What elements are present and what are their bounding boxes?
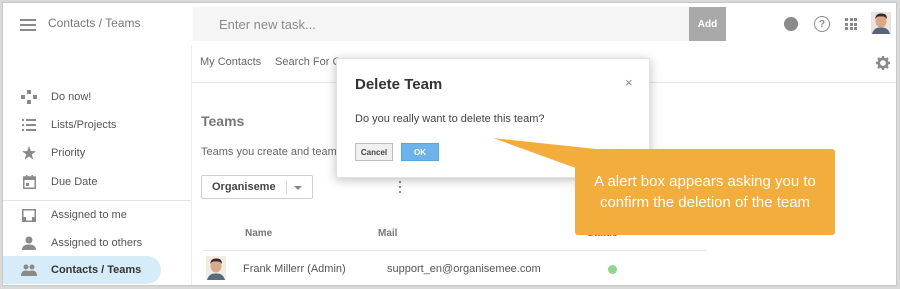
sidebar-item-due-date[interactable]: Due Date: [3, 168, 161, 196]
member-avatar: [206, 256, 226, 280]
sidebar-item-assigned-to-others[interactable]: Assigned to others: [3, 229, 161, 257]
dropdown-separator: [286, 181, 287, 194]
chevron-down-icon: [294, 186, 302, 190]
teams-description: Teams you create and teams y: [201, 146, 351, 158]
inbox-icon: [21, 207, 37, 223]
gear-icon[interactable]: [876, 56, 890, 70]
page-title: Teams: [201, 113, 245, 129]
close-icon[interactable]: ×: [625, 75, 633, 90]
star-icon: [21, 145, 37, 161]
member-name: Frank Millerr (Admin): [243, 263, 346, 275]
sidebar-item-contacts-teams[interactable]: Contacts / Teams: [3, 256, 161, 284]
column-header-mail: Mail: [378, 228, 398, 239]
breadcrumb: Contacts / Teams: [48, 16, 141, 30]
sidebar-item-label: Do now!: [51, 91, 92, 103]
more-options-icon[interactable]: [399, 181, 402, 193]
sidebar-item-label: Assigned to me: [51, 209, 127, 221]
dialog-message: Do you really want to delete this team?: [355, 113, 545, 125]
cancel-button[interactable]: Cancel: [355, 143, 393, 161]
person-icon: [21, 235, 37, 251]
ok-button[interactable]: OK: [401, 143, 439, 161]
sidebar-item-label: Contacts / Teams: [51, 264, 142, 276]
sidebar-item-label: Assigned to others: [51, 237, 143, 249]
column-header-name: Name: [245, 228, 273, 239]
sidebar-item-lists-projects[interactable]: Lists/Projects: [3, 111, 161, 139]
annotation-callout: A alert box appears asking you to confir…: [575, 149, 835, 235]
team-select-value: Organiseme: [212, 181, 276, 193]
app-window: Contacts / Teams Add ? Do now! Lists/Pro…: [2, 2, 897, 286]
user-avatar[interactable]: [871, 12, 891, 34]
table-divider: [203, 250, 706, 251]
notification-icon[interactable]: [784, 17, 798, 31]
gamepad-icon: [21, 89, 37, 105]
team-select-dropdown[interactable]: Organiseme: [201, 175, 313, 199]
sidebar-item-do-now[interactable]: Do now!: [3, 83, 161, 111]
dialog-title: Delete Team: [355, 76, 443, 93]
calendar-icon: [21, 174, 37, 190]
member-mail: support_en@organisemee.com: [387, 263, 541, 275]
sidebar-item-label: Priority: [51, 147, 86, 159]
new-task-input[interactable]: [193, 7, 689, 41]
sidebar-item-priority[interactable]: Priority: [3, 139, 161, 167]
add-task-button[interactable]: Add: [689, 7, 726, 41]
status-indicator: [608, 265, 617, 274]
tab-my-contacts[interactable]: My Contacts: [200, 56, 261, 68]
sidebar-item-label: Due Date: [51, 176, 98, 188]
list-icon: [21, 117, 37, 133]
people-icon: [21, 262, 37, 278]
callout-line-1: A alert box appears asking you to: [594, 173, 816, 190]
menu-icon[interactable]: [20, 19, 36, 31]
callout-line-2: confirm the deletion of the team: [599, 194, 811, 211]
apps-grid-icon[interactable]: [845, 18, 857, 30]
help-icon[interactable]: ?: [814, 16, 830, 32]
sidebar-item-assigned-to-me[interactable]: Assigned to me: [3, 201, 161, 229]
tab-search-for-contacts[interactable]: Search For C: [275, 56, 340, 68]
sidebar-item-label: Lists/Projects: [51, 119, 117, 131]
